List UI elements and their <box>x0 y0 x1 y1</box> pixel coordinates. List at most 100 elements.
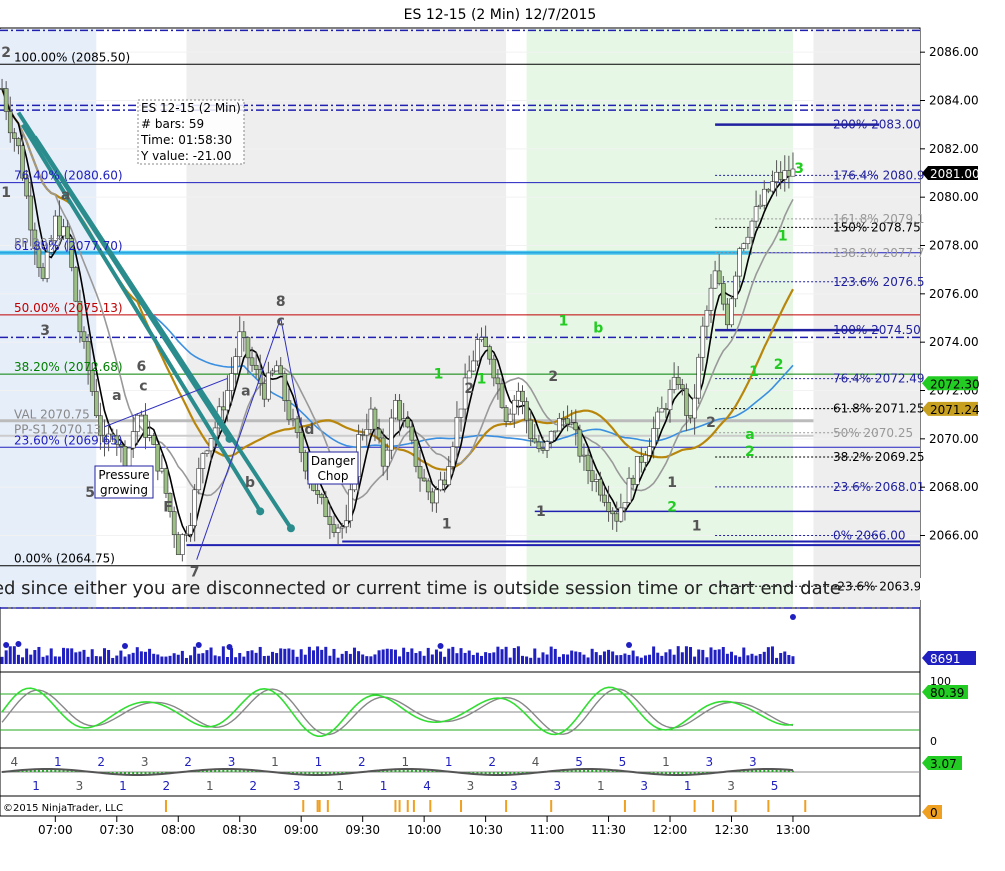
volume-bar <box>619 655 623 664</box>
candle-body <box>282 373 288 402</box>
macd-wave-label-31: 1 <box>684 779 692 793</box>
candle-body <box>704 310 710 327</box>
volume-bar <box>516 646 520 664</box>
candle-body <box>749 220 755 238</box>
candle-body <box>778 171 783 180</box>
candle-body <box>303 452 308 472</box>
candle-body <box>270 370 275 374</box>
volume-bar <box>557 656 561 664</box>
candle-body <box>712 270 718 289</box>
volume-bar <box>705 657 709 664</box>
y-tick-label-6: 2074.00 <box>929 335 979 349</box>
signal-tick-12 <box>550 800 553 812</box>
volume-bar <box>545 654 549 664</box>
volume-spike-0 <box>3 642 10 648</box>
volume-bar <box>295 656 299 664</box>
candle-body <box>729 298 734 326</box>
volume-bar <box>307 646 311 664</box>
wave-label-8: c <box>139 379 147 395</box>
candle-body <box>188 525 193 535</box>
wave-label-24: 1 <box>667 475 677 491</box>
candle-body <box>446 466 452 486</box>
candle-body <box>577 429 583 457</box>
macd-wave-label-14: 1 <box>315 755 323 769</box>
candle-body <box>221 406 226 411</box>
macd-wave-label-25: 3 <box>554 779 562 793</box>
candle-body <box>516 390 521 401</box>
macd-wave-label-17: 1 <box>380 779 388 793</box>
annotation-pressure: Pressure <box>98 468 149 482</box>
wave-label-29: a <box>745 427 754 443</box>
volume-bar <box>766 647 770 664</box>
candle-body <box>233 356 238 374</box>
volume-bar <box>90 649 94 664</box>
x-tick-label-2: 08:00 <box>161 823 196 837</box>
volume-spike-3 <box>195 642 202 648</box>
x-tick-label-1: 07:30 <box>99 823 134 837</box>
volume-bar <box>439 651 443 664</box>
volume-bar <box>537 657 541 664</box>
x-tick-label-12: 13:00 <box>776 823 811 837</box>
volume-bar <box>713 649 717 664</box>
candle-body <box>552 430 558 433</box>
volume-bar <box>783 651 787 664</box>
volume-badge-text: 8691 <box>930 652 961 666</box>
volume-bar <box>639 657 643 664</box>
info-box-line-2: # bars: 59 <box>141 117 204 131</box>
wave-label-26: 1 <box>692 519 702 535</box>
level-label-2: PP 2077. <box>14 236 67 250</box>
candle-body <box>290 418 296 421</box>
candle-body <box>348 489 353 522</box>
wave-label-28: 1 <box>749 364 759 380</box>
candle-body <box>610 510 615 515</box>
candle-body <box>774 171 779 182</box>
volume-bar <box>398 656 402 664</box>
candle-body <box>753 206 759 222</box>
candle-body <box>134 414 140 432</box>
macd-wave-label-3: 3 <box>76 779 84 793</box>
volume-bar <box>492 652 496 664</box>
candle-body <box>692 397 697 419</box>
candle-body <box>286 400 292 421</box>
y-tick-label-1: 2084.00 <box>929 94 979 108</box>
volume-bar <box>205 650 209 664</box>
wave-label-20: 1 <box>536 504 546 520</box>
volume-bar <box>758 654 762 664</box>
volume-bar <box>443 656 447 664</box>
signal-tick-11 <box>505 800 508 812</box>
candle-body <box>12 132 17 139</box>
wave-label-2: 3 <box>40 323 50 339</box>
candle-body <box>671 377 677 390</box>
annotation-danger-chop: Danger Chop <box>307 451 359 485</box>
fib-ext-label-6: 100% 2074.50 <box>833 323 921 337</box>
fib-ext-label-0: 200% 2083.00 <box>833 118 921 132</box>
volume-bar <box>180 650 184 664</box>
volume-bar <box>82 649 86 664</box>
price-badge-label-0: 2081.00 <box>930 167 980 181</box>
volume-bar <box>164 656 168 664</box>
volume-bar <box>475 652 479 664</box>
candle-body <box>413 439 419 467</box>
candle-body <box>343 520 349 528</box>
wave-label-30: 2 <box>745 444 755 460</box>
wave-label-0: 2 <box>1 45 11 61</box>
signal-tick-16 <box>712 800 715 812</box>
macd-wave-label-10: 3 <box>228 755 236 769</box>
candle-body <box>438 479 443 491</box>
candle-body <box>507 413 513 422</box>
signal-tick-2 <box>316 800 319 812</box>
volume-bar <box>152 653 156 664</box>
candle-body <box>397 400 402 421</box>
candle-body <box>770 181 775 192</box>
candle-body <box>405 418 411 428</box>
volume-bar <box>340 653 344 664</box>
volume-bar <box>615 655 619 664</box>
candle-body <box>331 524 337 533</box>
candle-body <box>151 435 156 445</box>
volume-bar <box>693 656 697 664</box>
candle-body <box>81 331 87 342</box>
candle-body <box>680 384 685 390</box>
volume-bar <box>172 653 176 664</box>
macd-wave-label-23: 3 <box>510 779 518 793</box>
fib-ext-label-1: 176.4% 2080.9 <box>833 168 925 182</box>
